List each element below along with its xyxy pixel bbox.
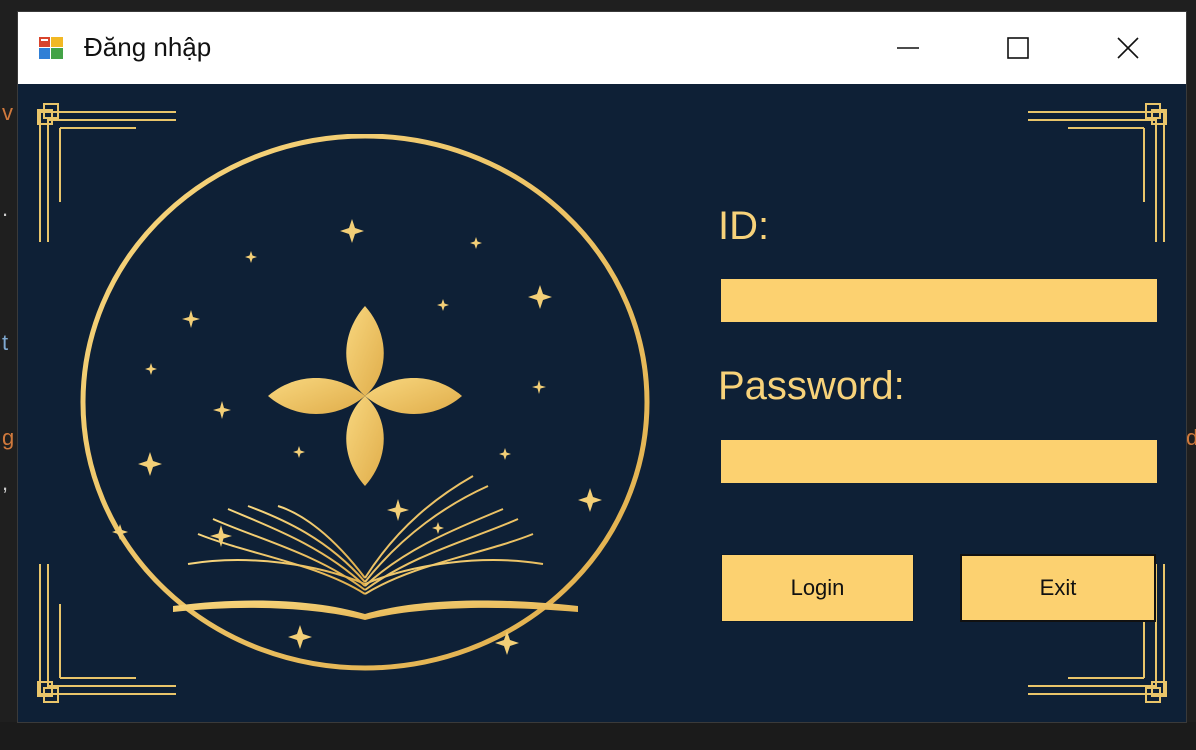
title-bar[interactable]: Đăng nhập xyxy=(18,12,1186,84)
bg-code-fragment: , xyxy=(2,470,9,495)
bg-code-fragment: . xyxy=(2,196,9,221)
bg-code-fragment: d xyxy=(1186,425,1196,450)
maximize-button[interactable] xyxy=(963,12,1073,84)
login-button[interactable]: Login xyxy=(721,554,914,622)
close-button[interactable] xyxy=(1073,12,1183,84)
minimize-icon xyxy=(897,47,919,49)
bg-code-fragment: t xyxy=(2,330,9,355)
close-icon xyxy=(1117,37,1139,59)
maximize-icon xyxy=(1007,37,1029,59)
bg-code-fragment: g xyxy=(2,425,15,450)
id-label: ID: xyxy=(718,204,770,248)
bg-code-fragment: v xyxy=(2,100,13,125)
exit-button[interactable]: Exit xyxy=(960,554,1156,622)
password-label: Password: xyxy=(718,364,905,408)
id-input[interactable] xyxy=(721,279,1157,322)
minimize-button[interactable] xyxy=(853,12,963,84)
form-client-area: ID: Password: Login Exit xyxy=(18,84,1186,722)
background-statusbar xyxy=(0,722,1196,750)
password-input[interactable] xyxy=(721,440,1157,483)
book-flower-emblem-icon xyxy=(80,134,650,671)
window-title: Đăng nhập xyxy=(84,32,212,62)
corner-ornament-top-right-icon xyxy=(1028,103,1167,242)
login-window: Đăng nhập ID: Password: Login Exit xyxy=(18,12,1186,722)
app-form-icon xyxy=(39,37,63,59)
